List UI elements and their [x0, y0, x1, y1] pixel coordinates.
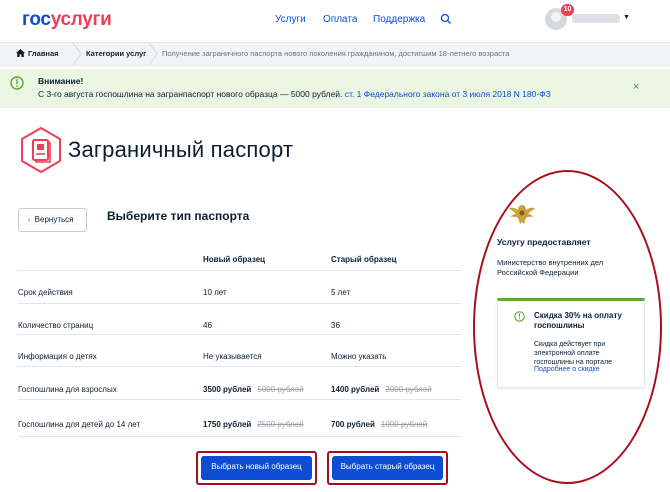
nav-payment[interactable]: Оплата — [323, 14, 357, 25]
row-value-new: Не указывается — [203, 352, 262, 361]
close-icon[interactable]: × — [633, 81, 639, 93]
row-value-new: 46 — [203, 321, 212, 330]
table-header-row: Новый образец Старый образец — [18, 245, 461, 271]
row-label: Информация о детях — [18, 352, 97, 361]
discount-card: Скидка 30% на оплату госпошлины Скидка д… — [497, 298, 645, 388]
chevron-left-icon: ‹ — [28, 215, 31, 224]
back-button[interactable]: ‹ Вернуться — [18, 208, 87, 232]
info-icon — [514, 311, 525, 322]
table-row: Количество страниц 46 36 — [18, 304, 461, 335]
table-row: Информация о детях Не указывается Можно … — [18, 335, 461, 367]
home-icon — [16, 49, 25, 57]
info-icon — [10, 76, 24, 90]
breadcrumb: Главная Категории услуг Получение загран… — [0, 42, 670, 66]
breadcrumb-home[interactable]: Главная — [16, 43, 59, 65]
price-old: 1000 рублей — [380, 420, 428, 429]
row-value-old: Можно указать — [331, 352, 387, 361]
price-current: 1400 рублей — [331, 385, 380, 394]
breadcrumb-current: Получение заграничного паспорта нового п… — [162, 49, 510, 58]
row-value-new: 1750 рублей 2500 рублей — [203, 420, 304, 429]
provider-organization: Министерство внутренних дел Российской Ф… — [497, 258, 604, 277]
user-name-blurred[interactable] — [572, 14, 620, 23]
attention-alert: Внимание! С 3-го августа госпошлина на з… — [0, 69, 670, 108]
column-header-new: Новый образец — [203, 255, 266, 264]
column-header-old: Старый образец — [331, 255, 397, 264]
row-value-new: 10 лет — [203, 288, 227, 297]
price-old: 5000 рублей — [257, 385, 304, 394]
caret-down-icon[interactable]: ▼ — [623, 14, 630, 21]
nav-support[interactable]: Поддержка — [373, 14, 425, 25]
discount-title: Скидка 30% на оплату госпошлины — [534, 311, 623, 330]
highlight-old-button: Выбрать старый образец — [327, 451, 448, 485]
alert-law-link[interactable]: ст. 1 Федерального закона от 3 июля 2018… — [345, 89, 551, 99]
section-title: Выберите тип паспорта — [107, 209, 250, 223]
price-current: 1750 рублей — [203, 420, 252, 429]
top-header: госуслуги Услуги Оплата Поддержка 10 ▼ — [0, 0, 670, 40]
price-old: 2000 рублей — [385, 385, 432, 394]
row-value-old: 700 рублей 1000 рублей — [331, 420, 427, 429]
discount-text: Скидка действует при электронной оплате … — [534, 341, 613, 366]
row-label: Госпошлина для детей до 14 лет — [18, 420, 141, 429]
emblem-icon — [509, 205, 535, 224]
price-current: 700 рублей — [331, 420, 375, 429]
row-label: Госпошлина для взрослых — [18, 385, 117, 394]
breadcrumb-separator — [148, 43, 158, 65]
table-row: Госпошлина для взрослых 3500 рублей 5000 … — [18, 367, 461, 400]
table-row: Госпошлина для детей до 14 лет 1750 рубл… — [18, 400, 461, 437]
search-icon[interactable] — [440, 13, 452, 25]
breadcrumb-separator — [72, 43, 82, 65]
passport-icon — [21, 127, 61, 173]
price-old: 2500 рублей — [257, 420, 304, 429]
row-value-old: 36 — [331, 321, 340, 330]
highlight-new-button: Выбрать новый образец — [196, 451, 317, 485]
breadcrumb-categories[interactable]: Категории услуг — [86, 43, 146, 65]
row-label: Срок действия — [18, 288, 73, 297]
provider-title: Услугу предоставляет — [497, 237, 591, 247]
page-title: Заграничный паспорт — [68, 137, 294, 162]
alert-title: Внимание! — [38, 76, 84, 86]
alert-text: С 3-го августа госпошлина на загранпаспо… — [38, 89, 551, 99]
choose-old-button[interactable]: Выбрать старый образец — [332, 456, 443, 480]
row-value-old: 5 лет — [331, 288, 351, 297]
nav-services[interactable]: Услуги — [275, 14, 306, 25]
price-current: 3500 рублей — [203, 385, 252, 394]
row-value-old: 1400 рублей 2000 рублей — [331, 385, 432, 394]
row-label: Количество страниц — [18, 321, 94, 330]
choose-new-button[interactable]: Выбрать новый образец — [201, 456, 312, 480]
row-value-new: 3500 рублей 5000 рублей — [203, 385, 304, 394]
discount-details-link[interactable]: Подробнее о скидке — [534, 366, 600, 373]
table-row: Срок действия 10 лет 5 лет — [18, 271, 461, 304]
gosuslugi-logo[interactable]: госуслуги — [22, 9, 112, 31]
